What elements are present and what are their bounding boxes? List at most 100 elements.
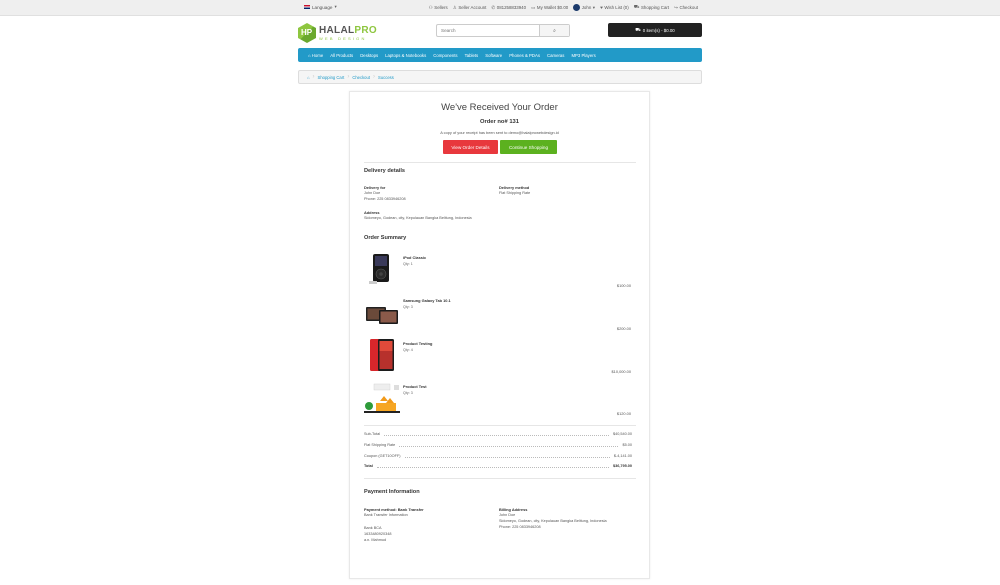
- caret-down-icon: ▾: [334, 4, 337, 9]
- view-order-details-button[interactable]: View Order Details: [443, 140, 498, 154]
- coupon-row: Coupon (GET10OFF) $-4,141.00: [364, 452, 632, 460]
- search-input[interactable]: [437, 25, 539, 36]
- nav-tablets[interactable]: Tablets: [465, 53, 479, 58]
- nav-all-products[interactable]: All Products: [330, 53, 353, 58]
- phone-label: 081258833940: [496, 5, 527, 10]
- cart-summary: 0 item(s) - $0.00: [642, 27, 675, 33]
- shipping-row: Flat Shipping Rate $5.00: [364, 441, 632, 449]
- divider: [364, 478, 636, 479]
- top-links: ⚇ Sellers ♙ Seller Account ✆ 081258833940 ▭…: [429, 4, 698, 11]
- logo-cube-icon: HP: [298, 23, 316, 43]
- ipod-classic-image: [369, 254, 389, 284]
- top-bar: Language ▾ ⚇ Sellers ♙ Seller Account ✆ 081…: [0, 0, 1000, 16]
- breadcrumb-shopping-cart[interactable]: Shopping Cart: [318, 75, 345, 80]
- product-name: iPod Classic: [403, 255, 427, 260]
- divider: [364, 162, 636, 163]
- main-nav: ⌂ Home All Products Desktops Laptops & N…: [298, 48, 702, 62]
- dotted-leader: [404, 455, 610, 458]
- nav-software[interactable]: Software: [485, 53, 502, 58]
- order-confirmation-card: We've Received Your Order Order no# 131 …: [349, 91, 650, 579]
- nav-desktops[interactable]: Desktops: [360, 53, 378, 58]
- wallet-link[interactable]: ▭ My Wallet $0.00: [531, 5, 568, 11]
- wishlist-label: Wish List (0): [604, 5, 629, 10]
- user-menu[interactable]: John ▾: [573, 4, 595, 11]
- wallet-label: My Wallet $0.00: [536, 5, 569, 10]
- nav-mp3[interactable]: MP3 Players: [571, 53, 595, 58]
- nav-cameras[interactable]: Cameras: [547, 53, 564, 58]
- delivery-phone: Phone: 225 0833946208: [364, 197, 406, 201]
- search-box: ⌕: [436, 24, 570, 37]
- breadcrumb-checkout[interactable]: Checkout: [352, 75, 370, 80]
- divider: [364, 425, 636, 426]
- cart-icon: ⛟: [635, 26, 641, 32]
- total-value: $5.00: [622, 443, 632, 447]
- sellers-link[interactable]: ⚇ Sellers: [429, 5, 448, 11]
- logo-sub: WEB DESIGN: [319, 35, 367, 41]
- total-value: $40,540.00: [612, 432, 632, 436]
- phone-icon: ✆: [491, 4, 496, 10]
- total-value: $36,795.00: [612, 464, 632, 468]
- cart-button[interactable]: ⛟ 0 item(s) - $0.00: [608, 23, 702, 37]
- product-price: $200.00: [616, 326, 631, 331]
- breadcrumb-separator: ›: [373, 74, 376, 80]
- breadcrumb-separator: ›: [312, 74, 315, 80]
- total-label: Sub-Total: [364, 432, 381, 436]
- product-testing-image: [370, 339, 394, 371]
- seller-account-link[interactable]: ♙ Seller Account: [453, 5, 487, 11]
- order-number: Order no# 131: [480, 119, 519, 125]
- wishlist-link[interactable]: ♥ Wish List (0): [600, 5, 629, 10]
- breadcrumb-success[interactable]: Success: [378, 75, 394, 80]
- continue-shopping-button[interactable]: Continue Shopping: [500, 140, 557, 154]
- nav-home-label: Home: [311, 52, 324, 58]
- header: HP HALALPRO WEB DESIGN ⌕ ⛟ 0 item(s) - $…: [298, 20, 702, 46]
- total-label: Flat Shipping Rate: [364, 443, 396, 447]
- receipt-notice: A copy of your receipt has been sent to …: [440, 130, 559, 135]
- nav-laptops[interactable]: Laptops & Notebooks: [385, 53, 426, 58]
- language-selector[interactable]: Language ▾: [304, 4, 337, 10]
- phone-link[interactable]: ✆ 081258833940: [491, 5, 526, 11]
- shopping-cart-link[interactable]: ⛟ Shopping Cart: [634, 4, 669, 11]
- nav-components[interactable]: Components: [433, 53, 457, 58]
- product-qty: Qty: 1: [403, 262, 413, 266]
- search-icon: ⌕: [553, 27, 556, 34]
- grand-total-row: Total $36,795.00: [364, 462, 632, 470]
- delivery-heading: Delivery details: [364, 168, 406, 174]
- dotted-leader: [399, 444, 619, 447]
- product-price: $10,000.00: [611, 369, 631, 374]
- product-price: $100.00: [616, 283, 631, 288]
- page-title: We've Received Your Order: [441, 102, 558, 113]
- delivery-method: Flat Shipping Rate: [499, 191, 531, 195]
- search-button[interactable]: ⌕: [539, 25, 569, 36]
- checkout-label: Checkout: [679, 5, 698, 10]
- product-name: Product Test: [403, 384, 427, 389]
- breadcrumb-home-icon[interactable]: ⌂: [307, 75, 310, 80]
- share-icon: ↪: [674, 4, 678, 10]
- user-label: John: [581, 5, 592, 10]
- product-test-image: [364, 383, 400, 413]
- language-label: Language: [312, 4, 333, 10]
- nav-phones[interactable]: Phones & PDAs: [509, 53, 540, 58]
- product-qty: Qty: 3: [403, 305, 413, 309]
- logo-main: HALAL: [319, 24, 355, 36]
- total-label: Coupon (GET10OFF): [364, 454, 401, 458]
- payment-method-info: Bank Transfer Information: [364, 513, 408, 517]
- sellers-label: Sellers: [434, 5, 448, 10]
- subtotal-row: Sub-Total $40,540.00: [364, 430, 632, 438]
- product-qty: Qty: 3: [403, 391, 413, 395]
- avatar: [573, 4, 581, 11]
- order-summary-heading: Order Summary: [364, 235, 407, 241]
- samsung-galaxy-tab-image: [366, 307, 398, 324]
- product-name: Product Testing: [403, 341, 433, 346]
- nav-home[interactable]: ⌂ Home: [308, 53, 323, 58]
- wallet-icon: ▭: [531, 4, 536, 10]
- seller-account-label: Seller Account: [458, 5, 487, 10]
- address-value: Sidomeyo, Godean, city, Kepulauan Bangka…: [364, 216, 472, 220]
- logo-accent: PRO: [354, 24, 377, 36]
- dotted-leader: [376, 465, 609, 468]
- product-price: $120.00: [616, 411, 631, 416]
- cart-icon: ⛟: [633, 4, 640, 9]
- checkout-link[interactable]: ↪ Checkout: [674, 5, 698, 11]
- breadcrumb-separator: ›: [347, 74, 350, 80]
- logo[interactable]: HP HALALPRO WEB DESIGN: [298, 22, 408, 44]
- product-name: Samsung Galaxy Tab 10.1: [403, 298, 451, 303]
